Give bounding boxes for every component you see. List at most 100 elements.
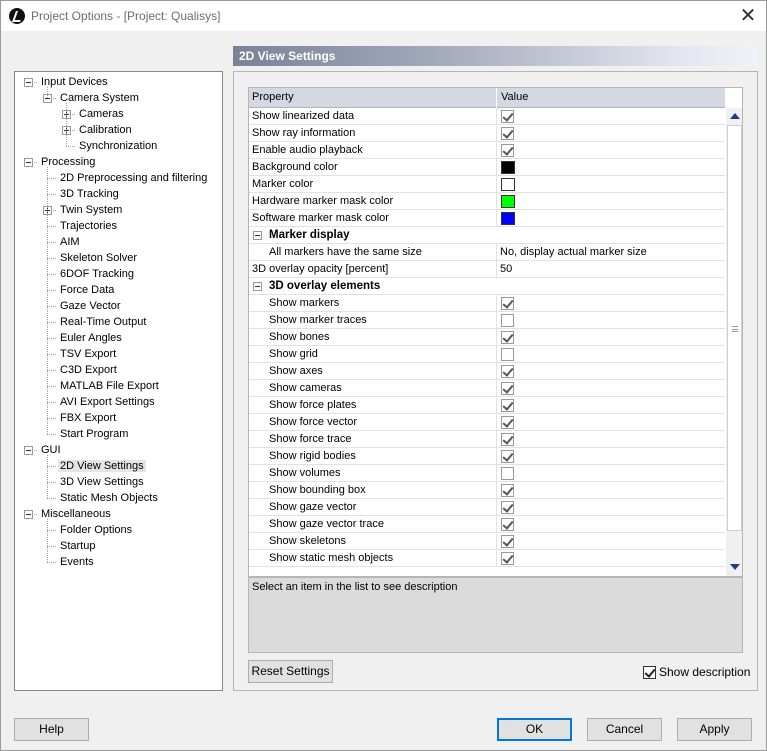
tree-item[interactable]: Camera System	[58, 90, 141, 106]
value-checkbox[interactable]	[501, 348, 514, 361]
tree-item[interactable]: Miscellaneous	[39, 506, 113, 522]
grid-row[interactable]: Software marker mask color	[249, 210, 725, 227]
options-tree[interactable]: Input Devices Camera System Cameras Calibra…	[14, 71, 223, 691]
ok-button[interactable]: OK	[497, 718, 572, 741]
tree-item[interactable]: Twin System	[58, 202, 124, 218]
grid-row[interactable]: Show linearized data	[249, 108, 725, 125]
color-swatch[interactable]	[501, 178, 515, 191]
show-description-check-icon[interactable]	[643, 666, 656, 679]
scroll-thumb[interactable]	[727, 125, 742, 531]
value-checkbox[interactable]	[501, 467, 514, 480]
tree-item[interactable]: Cameras	[77, 106, 126, 122]
tree-item[interactable]: GUI	[39, 442, 63, 458]
tree-item[interactable]: 6DOF Tracking	[58, 266, 136, 282]
grid-row[interactable]: Show skeletons	[249, 533, 725, 550]
value-checkbox[interactable]	[501, 365, 514, 378]
tree-item[interactable]: Force Data	[58, 282, 116, 298]
grid-category-row[interactable]: Marker display	[249, 227, 725, 244]
collapse-icon[interactable]	[253, 231, 262, 240]
grid-row[interactable]: Enable audio playback	[249, 142, 725, 159]
grid-row[interactable]: Show gaze vector trace	[249, 516, 725, 533]
tree-item[interactable]: Calibration	[77, 122, 134, 138]
tree-item[interactable]: Gaze Vector	[58, 298, 123, 314]
property-value[interactable]: 50	[500, 263, 512, 275]
value-checkbox[interactable]	[501, 450, 514, 463]
reset-settings-button[interactable]: Reset Settings	[248, 660, 333, 683]
tree-item[interactable]: TSV Export	[58, 346, 118, 362]
value-checkbox[interactable]	[501, 399, 514, 412]
grid-row[interactable]: All markers have the same size No, displa…	[249, 244, 725, 261]
grid-row[interactable]: 3D overlay opacity [percent] 50	[249, 261, 725, 278]
collapse-icon[interactable]	[24, 158, 33, 167]
value-checkbox[interactable]	[501, 297, 514, 310]
grid-scrollbar[interactable]	[726, 108, 742, 576]
property-value[interactable]: No, display actual marker size	[500, 246, 647, 258]
grid-row[interactable]: Show bones	[249, 329, 725, 346]
value-checkbox[interactable]	[501, 144, 514, 157]
grid-row[interactable]: Marker color	[249, 176, 725, 193]
value-checkbox[interactable]	[501, 484, 514, 497]
value-checkbox[interactable]	[501, 552, 514, 565]
tree-item[interactable]: AIM	[58, 234, 82, 250]
color-swatch[interactable]	[501, 161, 515, 174]
value-checkbox[interactable]	[501, 382, 514, 395]
value-checkbox[interactable]	[501, 314, 514, 327]
tree-item[interactable]: AVI Export Settings	[58, 394, 157, 410]
tree-item[interactable]: C3D Export	[58, 362, 119, 378]
grid-row[interactable]: Background color	[249, 159, 725, 176]
grid-row[interactable]: Show gaze vector	[249, 499, 725, 516]
grid-row[interactable]: Show cameras	[249, 380, 725, 397]
tree-item[interactable]: Input Devices	[39, 74, 110, 90]
collapse-icon[interactable]	[253, 282, 262, 291]
collapse-icon[interactable]	[24, 446, 33, 455]
collapse-icon[interactable]	[24, 510, 33, 519]
tree-item[interactable]: 2D Preprocessing and filtering	[58, 170, 209, 186]
grid-row[interactable]: Show force vector	[249, 414, 725, 431]
value-checkbox[interactable]	[501, 501, 514, 514]
tree-item[interactable]: Start Program	[58, 426, 130, 442]
cancel-button[interactable]: Cancel	[587, 718, 662, 741]
value-checkbox[interactable]	[501, 331, 514, 344]
tree-item[interactable]: FBX Export	[58, 410, 118, 426]
grid-row[interactable]: Show bounding box	[249, 482, 725, 499]
tree-item[interactable]: Euler Angles	[58, 330, 124, 346]
tree-item[interactable]: Real-Time Output	[58, 314, 148, 330]
close-icon[interactable]: ✕	[738, 5, 758, 25]
value-checkbox[interactable]	[501, 127, 514, 140]
tree-item[interactable]: Static Mesh Objects	[58, 490, 160, 506]
property-grid[interactable]: Property Value Show linearized data Show …	[248, 87, 743, 577]
grid-row[interactable]: Show marker traces	[249, 312, 725, 329]
tree-item[interactable]: 3D View Settings	[58, 474, 146, 490]
grid-row[interactable]: Show markers	[249, 295, 725, 312]
tree-item[interactable]: MATLAB File Export	[58, 378, 161, 394]
tree-item[interactable]: Events	[58, 554, 96, 570]
tree-item[interactable]: 2D View Settings	[58, 458, 146, 474]
tree-item[interactable]: Trajectories	[58, 218, 119, 234]
grid-row[interactable]: Hardware marker mask color	[249, 193, 725, 210]
scroll-down-arrow-icon[interactable]	[730, 564, 740, 570]
scroll-up-arrow-icon[interactable]	[730, 113, 740, 119]
grid-row[interactable]: Show volumes	[249, 465, 725, 482]
tree-item[interactable]: 3D Tracking	[58, 186, 121, 202]
tree-item[interactable]: Folder Options	[58, 522, 134, 538]
grid-category-row[interactable]: 3D overlay elements	[249, 278, 725, 295]
grid-row[interactable]: Show force plates	[249, 397, 725, 414]
grid-row[interactable]: Show static mesh objects	[249, 550, 725, 567]
apply-button[interactable]: Apply	[677, 718, 752, 741]
grid-row[interactable]: Show grid	[249, 346, 725, 363]
tree-item[interactable]: Startup	[58, 538, 97, 554]
tree-item[interactable]: Skeleton Solver	[58, 250, 139, 266]
color-swatch[interactable]	[501, 195, 515, 208]
grid-row[interactable]: Show force trace	[249, 431, 725, 448]
collapse-icon[interactable]	[24, 78, 33, 87]
value-checkbox[interactable]	[501, 518, 514, 531]
value-checkbox[interactable]	[501, 433, 514, 446]
color-swatch[interactable]	[501, 212, 515, 225]
value-checkbox[interactable]	[501, 535, 514, 548]
grid-row[interactable]: Show ray information	[249, 125, 725, 142]
value-checkbox[interactable]	[501, 110, 514, 123]
grid-row[interactable]: Show rigid bodies	[249, 448, 725, 465]
tree-item[interactable]: Synchronization	[77, 138, 159, 154]
grid-row[interactable]: Show axes	[249, 363, 725, 380]
help-button[interactable]: Help	[14, 718, 89, 741]
